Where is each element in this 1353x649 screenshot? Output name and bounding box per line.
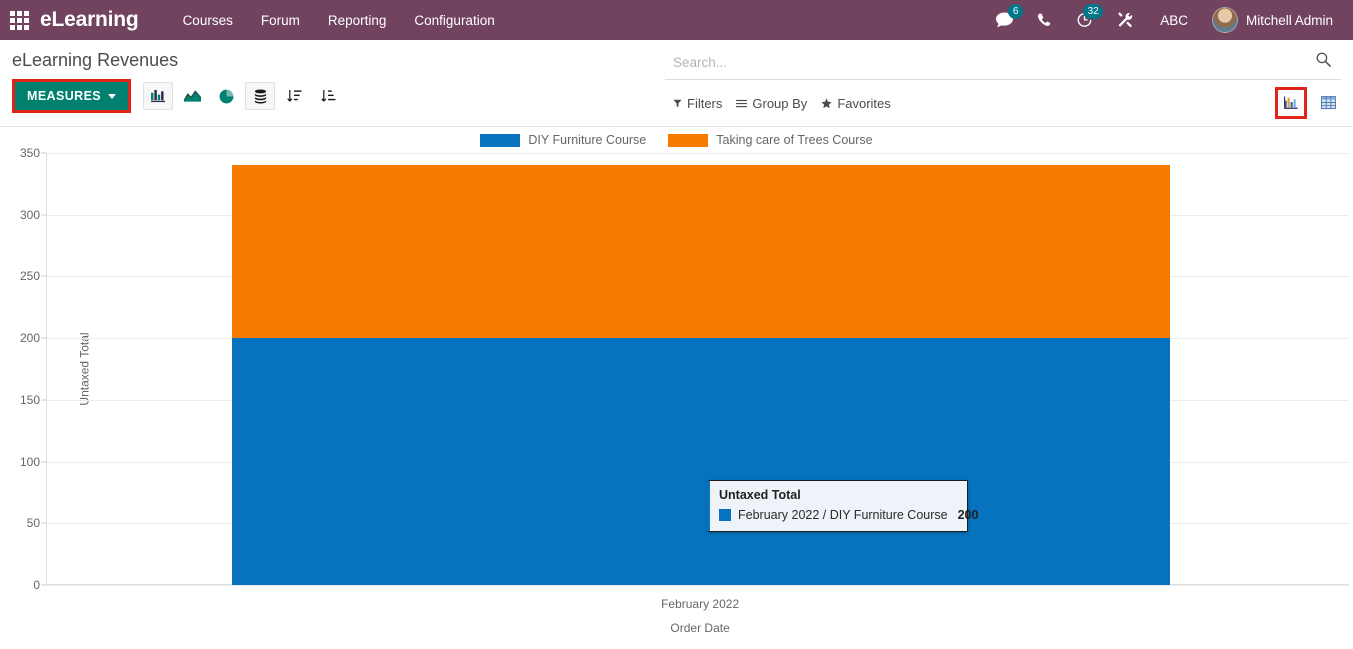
user-name-label: Mitchell Admin <box>1245 12 1333 28</box>
y-tick-label-200: 200 <box>19 331 40 346</box>
y-tick-label-250: 250 <box>19 269 40 284</box>
gridline-350: 350 <box>20 146 1349 160</box>
control-panel-left: eLearning Revenues MEASURES <box>0 40 665 119</box>
menu-item-forum[interactable]: Forum <box>247 2 314 39</box>
bar-segment-diy-furniture-course[interactable] <box>232 338 1171 585</box>
y-tick-label-100: 100 <box>19 454 40 469</box>
menu-item-configuration[interactable]: Configuration <box>400 2 508 39</box>
filter-funnel-icon <box>673 99 682 107</box>
bar-segment-taking-care-of-trees-course[interactable] <box>232 165 1171 339</box>
filters-label: Filters <box>687 95 723 111</box>
control-panel: eLearning Revenues MEASURES Search... Fi… <box>0 40 1353 127</box>
chart-tooltip: Untaxed Total February 2022 / DIY Furnit… <box>707 480 978 532</box>
navbar-systray: 6 32 ABC Mitchell Admin <box>984 0 1345 40</box>
graph-view-container: DIY Furniture Course Taking care of Tree… <box>0 127 1353 649</box>
line-chart-button[interactable] <box>177 82 207 110</box>
y-tick-label-50: 50 <box>26 516 40 531</box>
main-menu: Courses Forum Reporting Configuration <box>169 2 509 39</box>
legend-swatch-blue <box>480 133 521 147</box>
tooltip-swatch-blue <box>719 509 731 521</box>
y-axis-line <box>46 153 47 585</box>
y-tick-label-150: 150 <box>19 392 40 407</box>
y-tick-label-300: 300 <box>19 207 40 222</box>
favorites-dropdown[interactable]: Favorites <box>821 95 891 111</box>
search-icon[interactable] <box>1316 52 1331 72</box>
graph-view-button[interactable] <box>1278 90 1304 116</box>
chart-legend: DIY Furniture Course Taking care of Tree… <box>0 133 1353 147</box>
x-tick-label-february-2022: February 2022 <box>661 597 740 611</box>
control-panel-right: Filters Group By Favorites <box>665 40 1353 126</box>
app-brand-elearning[interactable]: eLearning <box>40 8 139 32</box>
tooltip-title: Untaxed Total <box>719 488 801 502</box>
search-input[interactable] <box>673 54 1310 70</box>
pie-chart-button[interactable] <box>211 82 241 110</box>
menu-item-courses[interactable]: Courses <box>169 2 247 39</box>
messages-button[interactable]: 6 <box>984 0 1025 40</box>
legend-label-1: Taking care of Trees Course <box>716 133 873 147</box>
view-switcher <box>1275 87 1341 119</box>
activities-count-badge: 32 <box>1083 4 1104 19</box>
bar-chart-icon <box>150 89 165 103</box>
sort-descending-button[interactable] <box>279 82 309 110</box>
bar-chart-button[interactable] <box>143 82 174 110</box>
developer-tools-button[interactable] <box>1105 0 1146 40</box>
line-chart-icon <box>183 90 201 102</box>
sort-descending-icon <box>286 89 302 102</box>
legend-label-0: DIY Furniture Course <box>528 133 647 147</box>
page-title: eLearning Revenues <box>12 50 179 70</box>
tooltip-row: February 2022 / DIY Furniture Course 200 <box>719 508 978 522</box>
measures-button[interactable]: MEASURES <box>15 82 129 110</box>
filter-toolbar: Filters Group By Favorites <box>665 80 1353 126</box>
stacked-toggle-button[interactable] <box>245 82 276 110</box>
apps-grid-icon[interactable] <box>6 7 32 33</box>
menu-item-reporting[interactable]: Reporting <box>314 2 401 39</box>
group-by-label: Group By <box>752 95 808 111</box>
search-bar[interactable] <box>665 40 1341 80</box>
activities-button[interactable]: 32 <box>1064 0 1105 40</box>
graph-view-icon <box>1283 96 1298 109</box>
favorites-label: Favorites <box>837 95 891 111</box>
messages-count-badge: 6 <box>1008 4 1024 19</box>
pie-chart-icon <box>219 89 233 103</box>
pivot-view-icon <box>1320 96 1336 110</box>
avatar <box>1211 7 1238 33</box>
stacked-database-icon <box>254 88 266 103</box>
y-axis-title: Untaxed Total <box>77 332 92 406</box>
chart-plot-area: Untaxed Total 350 300 250 200 150 100 50… <box>20 146 1349 635</box>
user-menu-button[interactable]: Mitchell Admin <box>1202 0 1341 40</box>
y-tick-label-350: 350 <box>19 146 40 160</box>
filters-dropdown[interactable]: Filters <box>673 96 722 111</box>
y-tick-label-0: 0 <box>33 578 40 592</box>
phone-icon <box>1038 13 1051 26</box>
graph-view-highlight-box <box>1275 87 1307 119</box>
tooltip-entry-label: February 2022 / DIY Furniture Course <box>738 508 948 522</box>
chevron-down-icon <box>108 93 117 99</box>
measures-button-label: MEASURES <box>27 89 102 103</box>
group-by-lines-icon <box>736 99 748 107</box>
gridline-0: 0 <box>33 578 1349 592</box>
tooltip-entry-value: 200 <box>957 508 979 522</box>
group-by-dropdown[interactable]: Group By <box>736 96 807 111</box>
phone-button[interactable] <box>1025 0 1064 40</box>
debug-mode-label[interactable]: ABC <box>1146 2 1202 39</box>
sort-ascending-button[interactable] <box>313 82 343 110</box>
x-axis-title: Order Date <box>670 621 730 635</box>
chart-toolbar: MEASURES <box>0 77 665 119</box>
sort-ascending-icon <box>320 89 336 102</box>
tools-icon <box>1118 11 1133 27</box>
star-icon <box>821 97 832 108</box>
pivot-view-button[interactable] <box>1315 90 1341 116</box>
legend-swatch-orange <box>668 133 709 147</box>
measures-highlight-box: MEASURES <box>12 79 132 113</box>
legend-item-diy-furniture-course[interactable]: DIY Furniture Course <box>480 133 646 147</box>
top-navbar: eLearning Courses Forum Reporting Config… <box>0 0 1353 40</box>
legend-item-taking-care-of-trees-course[interactable]: Taking care of Trees Course <box>668 133 873 147</box>
